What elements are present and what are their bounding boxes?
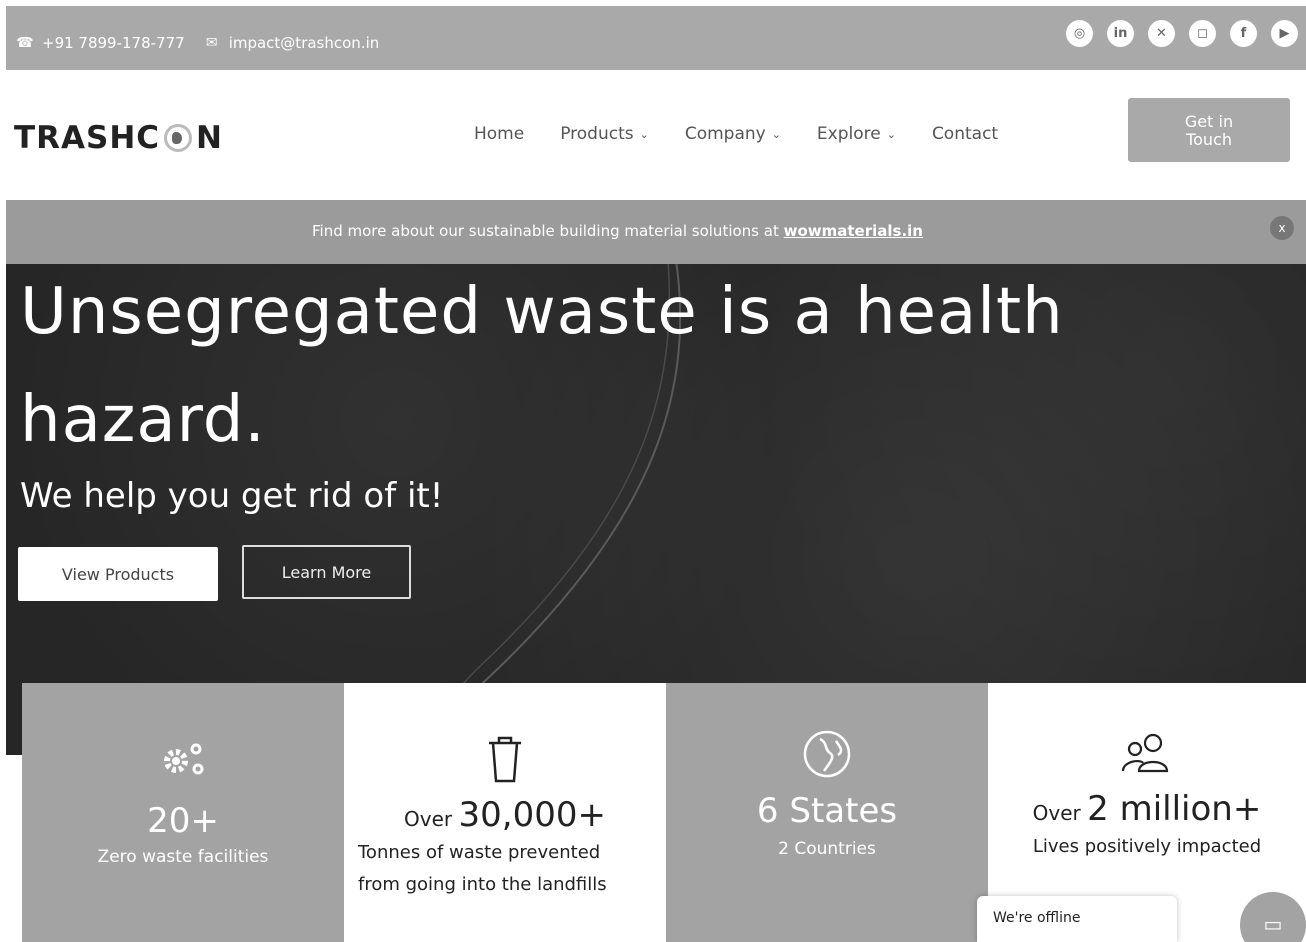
- mail-icon: ✉: [205, 35, 218, 51]
- youtube-icon[interactable]: ▶: [1271, 20, 1298, 47]
- get-in-touch-button[interactable]: Get in Touch: [1128, 98, 1290, 162]
- learn-more-button[interactable]: Learn More: [242, 545, 411, 599]
- globe-icon: [803, 730, 851, 778]
- people-icon: [1121, 733, 1169, 773]
- top-bar: ☎ +91 7899-178-777 ✉ impact@trashcon.in …: [6, 6, 1306, 70]
- nav-label: Home: [474, 124, 525, 144]
- nav-item-company[interactable]: Company ⌄: [685, 124, 781, 144]
- phone-icon: ☎: [16, 35, 34, 51]
- nav-label: Contact: [931, 124, 999, 144]
- logo-text-right: N: [196, 120, 223, 156]
- chevron-down-icon: ⌄: [771, 127, 781, 141]
- stat-value: 20+: [147, 801, 219, 841]
- chat-bubble-icon: ▭: [1263, 912, 1283, 936]
- nav-item-contact[interactable]: Contact: [932, 124, 998, 144]
- stat-value-row: Over 2 million+: [988, 789, 1306, 829]
- nav-item-products[interactable]: Products ⌄: [560, 124, 649, 144]
- cta-label: Get in Touch: [1185, 113, 1233, 149]
- stat-card-facilities: 20+ Zero waste facilities: [22, 683, 344, 942]
- nav-label: Explore: [816, 124, 881, 144]
- facebook-icon[interactable]: f: [1230, 20, 1257, 47]
- chevron-down-icon: ⌄: [886, 127, 896, 141]
- banner-text: Find more about our sustainable building…: [312, 222, 923, 240]
- whatsapp-icon[interactable]: ◎: [1066, 20, 1093, 47]
- contact-info: ☎ +91 7899-178-777 ✉ impact@trashcon.in: [16, 34, 379, 52]
- stat-desc-line2: from going into the landfills: [358, 874, 607, 895]
- banner-link[interactable]: wowmaterials.in: [784, 222, 923, 240]
- stat-card-tonnes: Over 30,000+ Tonnes of waste prevented f…: [344, 683, 666, 942]
- phone-number[interactable]: +91 7899-178-777: [42, 34, 185, 52]
- email-address[interactable]: impact@trashcon.in: [229, 34, 380, 52]
- cta-line2: Touch: [1186, 130, 1232, 149]
- stat-prefix: Over: [1032, 801, 1088, 825]
- cta-line1: Get in: [1184, 112, 1234, 131]
- stat-value-row: 6 States: [666, 791, 988, 831]
- trash-can-icon: [489, 736, 521, 783]
- linkedin-icon[interactable]: in: [1107, 20, 1134, 47]
- hero-section: Find more about our sustainable building…: [6, 200, 1306, 755]
- hero-headline: Unsegregated waste is a health hazard.: [20, 275, 1064, 457]
- banner-message: Find more about our sustainable building…: [312, 222, 784, 240]
- chat-status-text: We're offline: [993, 910, 1081, 926]
- site-logo[interactable]: TRASHC N: [14, 120, 223, 156]
- stat-value-row: Over 30,000+: [344, 795, 666, 835]
- stat-desc: 2 Countries: [778, 839, 876, 859]
- logo-globe-icon: [164, 124, 193, 152]
- social-links: ◎ in ✕ ◻ f ▶: [1066, 20, 1298, 47]
- stat-desc: Zero waste facilities: [97, 847, 269, 867]
- stat-desc-line1: Tonnes of waste prevented: [358, 842, 601, 863]
- stat-value: 30,000+: [458, 795, 606, 835]
- stat-value: 6 States: [756, 791, 898, 831]
- nav-item-explore[interactable]: Explore ⌄: [817, 124, 896, 144]
- nav-label: Products: [560, 124, 634, 144]
- stat-value: 2 million+: [1087, 789, 1262, 829]
- close-icon[interactable]: x: [1270, 216, 1294, 240]
- logo-text-left: TRASHC: [14, 120, 161, 156]
- x-icon[interactable]: ✕: [1148, 20, 1175, 47]
- view-products-button[interactable]: View Products: [18, 547, 218, 601]
- stat-desc: Tonnes of waste prevented from going int…: [358, 837, 607, 901]
- chat-status-panel[interactable]: We're offline: [977, 896, 1177, 942]
- stat-value-row: 20+: [22, 801, 344, 841]
- stat-prefix: Over: [404, 807, 459, 831]
- hero-subheadline: We help you get rid of it!: [20, 476, 444, 516]
- stat-desc: Lives positively impacted: [1032, 836, 1262, 857]
- stat-card-states: 6 States 2 Countries: [666, 683, 988, 942]
- main-nav: Home Products ⌄ Company ⌄ Explore ⌄ Contact: [474, 124, 998, 144]
- announcement-banner: Find more about our sustainable building…: [6, 200, 1306, 264]
- nav-item-home[interactable]: Home: [474, 124, 524, 144]
- nav-label: Company: [684, 124, 766, 144]
- chevron-down-icon: ⌄: [639, 127, 649, 141]
- instagram-icon[interactable]: ◻: [1189, 20, 1216, 47]
- gears-icon: [164, 743, 204, 775]
